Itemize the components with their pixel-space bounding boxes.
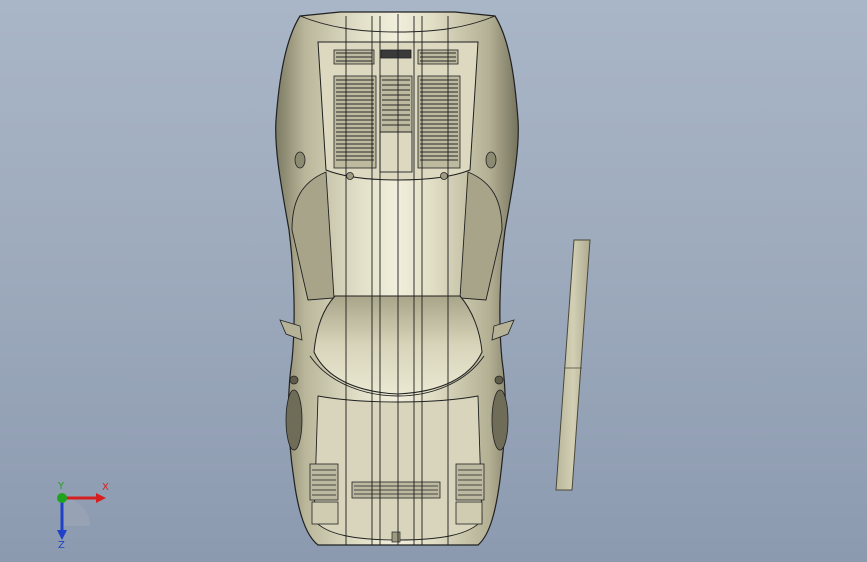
rear-light-right (485, 151, 497, 169)
x-axis-label: X (102, 482, 109, 493)
y-axis-dot (57, 493, 67, 503)
car-model[interactable] (0, 0, 867, 562)
z-axis-arrow (57, 530, 67, 540)
x-axis-arrow (96, 493, 106, 503)
graphics-viewport[interactable]: X Y Z (0, 0, 867, 562)
rear-light-left (294, 151, 306, 169)
front-badge (391, 531, 401, 543)
y-axis-label: Y (57, 481, 65, 492)
axis-triad[interactable]: X Y Z (40, 480, 120, 550)
z-axis-label: Z (58, 540, 65, 550)
separate-bar-part (555, 239, 591, 491)
front-wheel-left (285, 389, 303, 451)
front-wheel-right (491, 389, 509, 451)
rear-latch-left (346, 172, 354, 180)
rear-latch-right (440, 172, 448, 180)
front-lamp-right (455, 501, 483, 525)
front-lamp-left (311, 501, 339, 525)
